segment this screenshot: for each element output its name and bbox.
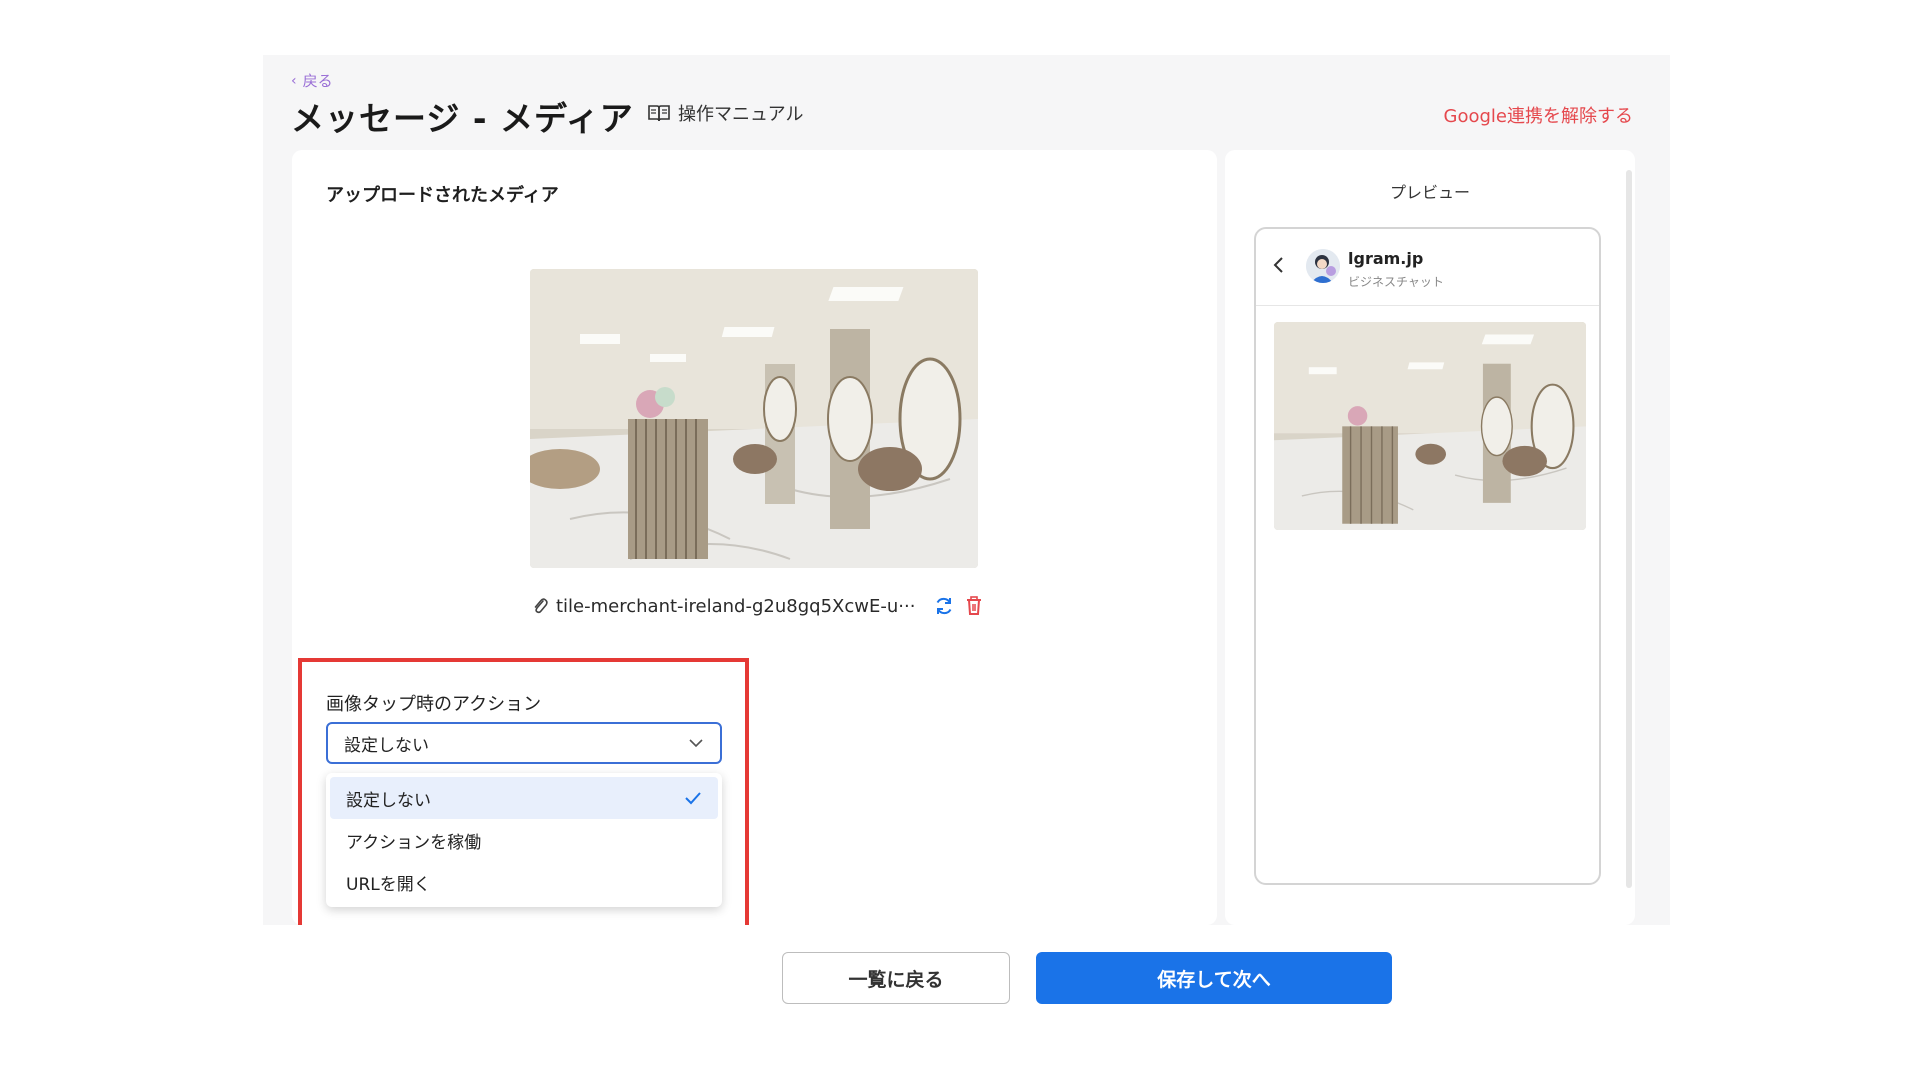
account-name: lgram.jp (1348, 249, 1424, 268)
preview-title: プレビュー (1389, 183, 1470, 202)
uploaded-media-heading: アップロードされたメディア (326, 185, 559, 206)
preview-image (1274, 322, 1586, 530)
file-name: tile-merchant-ireland-g2u8gq5XcwE-u··· (556, 595, 916, 617)
google-unlink-link[interactable]: Google連携を解除する (1444, 102, 1633, 128)
preview-scrollbar[interactable] (1626, 170, 1632, 888)
trash-icon[interactable] (963, 595, 985, 617)
chat-header: lgram.jp ビジネスチャット (1256, 229, 1599, 306)
avatar (1306, 249, 1340, 283)
annotation-highlight-box (298, 658, 749, 936)
salon-photo (530, 269, 978, 568)
salon-photo (1274, 322, 1586, 530)
page-title: メッセージ - メディア (291, 99, 634, 138)
back-link-label: 戻る (302, 72, 333, 90)
account-subtitle: ビジネスチャット (1348, 275, 1444, 289)
manual-link[interactable]: 操作マニュアル (648, 100, 803, 126)
back-to-list-button[interactable]: 一覧に戻る (782, 952, 1010, 1004)
refresh-icon[interactable] (933, 595, 955, 617)
manual-link-label: 操作マニュアル (678, 104, 804, 125)
chevron-left-icon: ‹ (291, 72, 297, 89)
attached-file: tile-merchant-ireland-g2u8gq5XcwE-u··· (532, 595, 985, 617)
book-icon (648, 105, 670, 122)
chevron-left-icon[interactable] (1272, 256, 1284, 274)
back-link[interactable]: ‹ 戻る (291, 70, 333, 91)
paperclip-icon (534, 598, 548, 614)
save-and-next-button[interactable]: 保存して次へ (1036, 952, 1392, 1004)
uploaded-image (530, 269, 978, 568)
